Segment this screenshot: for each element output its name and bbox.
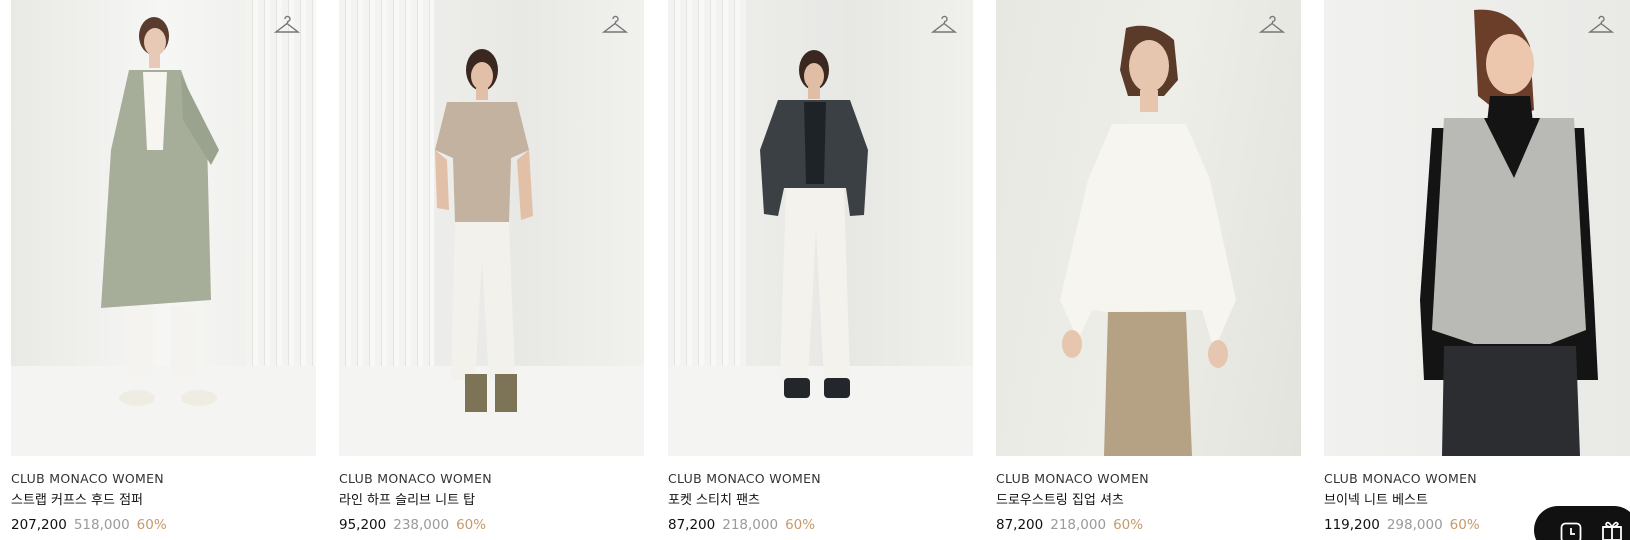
sale-price: 87,200 (668, 517, 716, 533)
discount-rate: 60% (136, 517, 167, 533)
product-image[interactable] (996, 0, 1301, 456)
discount-rate: 60% (785, 517, 816, 533)
sale-price: 207,200 (11, 517, 67, 533)
product-brand[interactable]: CLUB MONACO WOMEN (668, 470, 973, 487)
product-price: 95,200 238,000 60% (339, 515, 644, 535)
product-price: 87,200 218,000 60% (996, 515, 1301, 535)
gift-icon[interactable] (1600, 518, 1624, 540)
product-name[interactable]: 포켓 스티치 팬츠 (668, 492, 973, 510)
product-card[interactable]: CLUB MONACO WOMEN 라인 하프 슬리브 니트 탑 95,200 2… (339, 0, 644, 540)
hanger-icon[interactable] (931, 14, 957, 36)
product-brand[interactable]: CLUB MONACO WOMEN (339, 470, 644, 487)
original-price: 218,000 (1050, 517, 1107, 533)
product-meta: CLUB MONACO WOMEN 드로우스트링 집업 셔츠 87,200 218… (996, 470, 1301, 535)
hanger-icon[interactable] (602, 14, 628, 36)
model-figure (1420, 9, 1598, 456)
sale-price: 95,200 (339, 517, 387, 533)
sale-price: 87,200 (996, 517, 1044, 533)
product-card[interactable]: CLUB MONACO WOMEN 스트랩 커프스 후드 점퍼 207,200 5… (11, 0, 316, 540)
original-price: 298,000 (1386, 517, 1443, 533)
product-grid: CLUB MONACO WOMEN 스트랩 커프스 후드 점퍼 207,200 5… (0, 0, 1630, 540)
product-brand[interactable]: CLUB MONACO WOMEN (996, 470, 1301, 487)
model-figure (435, 49, 533, 412)
discount-rate: 60% (456, 517, 487, 533)
product-card[interactable]: CLUB MONACO WOMEN 포켓 스티치 팬츠 87,200 218,00… (668, 0, 973, 540)
product-image[interactable] (11, 0, 316, 456)
hanger-icon[interactable] (274, 14, 300, 36)
floating-quick-menu[interactable] (1534, 506, 1630, 540)
model-figure (1060, 25, 1236, 456)
product-brand[interactable]: CLUB MONACO WOMEN (1324, 470, 1630, 487)
hanger-icon[interactable] (1588, 14, 1614, 36)
original-price: 518,000 (73, 517, 130, 533)
clock-icon[interactable] (1560, 522, 1582, 540)
product-card[interactable]: CLUB MONACO WOMEN 브이넥 니트 베스트 119,200 298,… (1324, 0, 1630, 540)
product-meta: CLUB MONACO WOMEN 스트랩 커프스 후드 점퍼 207,200 5… (11, 470, 316, 535)
product-image[interactable] (668, 0, 973, 456)
model-figure (101, 17, 219, 406)
product-image[interactable] (1324, 0, 1630, 456)
model-figure (760, 50, 868, 398)
product-meta: CLUB MONACO WOMEN 포켓 스티치 팬츠 87,200 218,00… (668, 470, 973, 535)
original-price: 218,000 (722, 517, 779, 533)
discount-rate: 60% (1449, 517, 1480, 533)
product-card[interactable]: CLUB MONACO WOMEN 드로우스트링 집업 셔츠 87,200 218… (996, 0, 1301, 540)
product-brand[interactable]: CLUB MONACO WOMEN (11, 470, 316, 487)
hanger-icon[interactable] (1259, 14, 1285, 36)
product-name[interactable]: 드로우스트링 집업 셔츠 (996, 492, 1301, 510)
product-price: 87,200 218,000 60% (668, 515, 973, 535)
discount-rate: 60% (1113, 517, 1144, 533)
product-name[interactable]: 스트랩 커프스 후드 점퍼 (11, 492, 316, 510)
product-price: 207,200 518,000 60% (11, 515, 316, 535)
product-image[interactable] (339, 0, 644, 456)
product-meta: CLUB MONACO WOMEN 라인 하프 슬리브 니트 탑 95,200 2… (339, 470, 644, 535)
original-price: 238,000 (393, 517, 450, 533)
sale-price: 119,200 (1324, 517, 1380, 533)
product-name[interactable]: 라인 하프 슬리브 니트 탑 (339, 492, 644, 510)
